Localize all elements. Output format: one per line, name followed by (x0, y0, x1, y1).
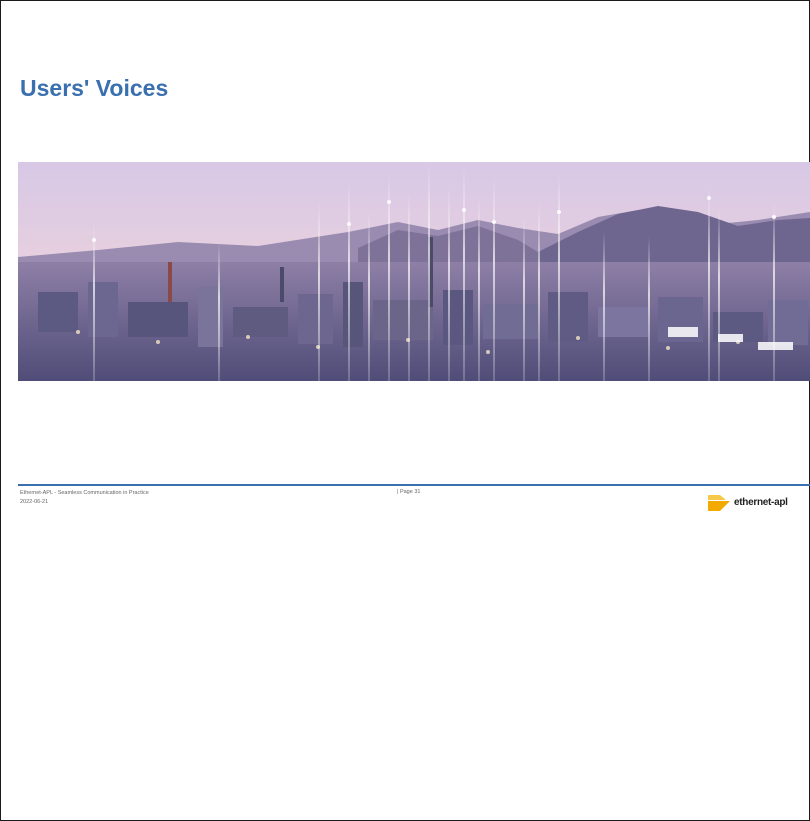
footer-date: 2022-06-21 (20, 499, 49, 505)
logo-wordmark: ethernet-apl (734, 497, 788, 508)
footer-document-title: Ethernet-APL - Seamless Communication in… (20, 490, 149, 496)
page-number: | Page 31 (397, 489, 421, 495)
industrial-plant-banner-image (18, 162, 810, 381)
footer-document-info: Ethernet-APL - Seamless Communication in… (20, 489, 149, 507)
slide-title: Users' Voices (20, 75, 169, 101)
footer-divider (18, 484, 810, 486)
ethernet-apl-logo: ethernet-apl (706, 489, 808, 517)
slide-page: Users' Voices Ethernet-APL - Seamless Co… (0, 0, 810, 821)
logo-arrow-icon (708, 495, 730, 511)
